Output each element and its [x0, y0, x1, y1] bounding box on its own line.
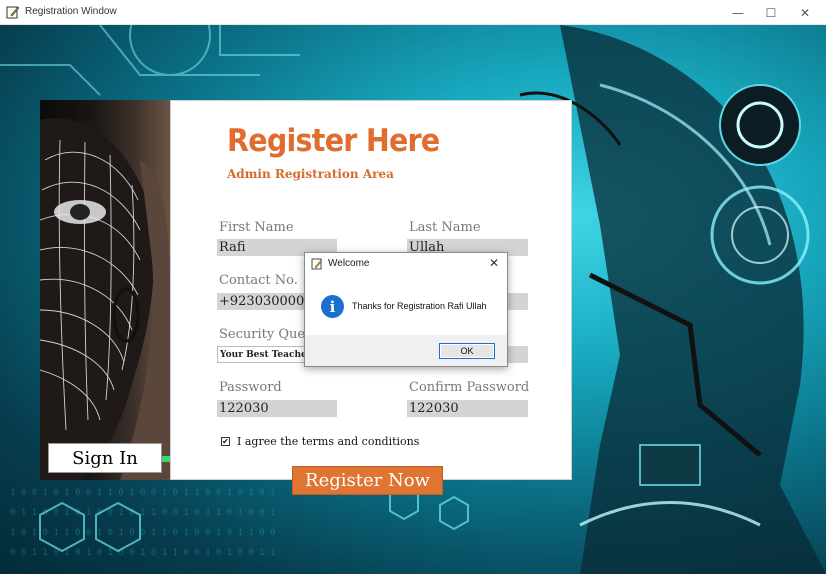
- contact-label: Contact No.: [219, 273, 298, 288]
- maximize-button[interactable]: ☐: [754, 0, 788, 25]
- dialog-footer: OK: [305, 335, 507, 366]
- close-window-button[interactable]: ✕: [788, 0, 822, 25]
- confirm-password-label: Confirm Password: [409, 380, 530, 395]
- terms-agreement: ✔ I agree the terms and conditions: [221, 435, 419, 448]
- terms-label: I agree the terms and conditions: [237, 435, 420, 448]
- welcome-dialog: Welcome ✕ i Thanks for Registration Rafi…: [304, 252, 508, 367]
- security-question-label: Security Ques: [219, 327, 312, 342]
- ok-button[interactable]: OK: [439, 343, 495, 359]
- confirm-password-field[interactable]: 122030: [407, 400, 528, 417]
- password-field[interactable]: 122030: [217, 400, 337, 417]
- form-subheading: Admin Registration Area: [227, 167, 394, 181]
- last-name-label: Last Name: [409, 220, 481, 235]
- form-heading: Register Here: [227, 123, 440, 159]
- minimize-button[interactable]: —: [721, 0, 755, 25]
- dialog-close-icon[interactable]: ✕: [487, 256, 501, 270]
- svg-text:0 0 1 1 0 1 0 1 0 1 0 0 1 0 1: 0 0 1 1 0 1 0 1 0 1 0 0 1 0 1 1 0 0 1 0 …: [10, 548, 276, 558]
- app-icon: [6, 6, 20, 19]
- first-name-label: First Name: [219, 220, 294, 235]
- face-scan-image: [40, 100, 170, 480]
- terms-checkbox[interactable]: ✔: [221, 437, 230, 446]
- dialog-body: i Thanks for Registration Rafi Ullah: [305, 275, 507, 335]
- accent-divider: [162, 456, 170, 462]
- dialog-title: Welcome: [328, 258, 370, 269]
- window-titlebar: Registration Window — ☐ ✕: [0, 0, 826, 25]
- window-title: Registration Window: [25, 6, 117, 17]
- dialog-message: Thanks for Registration Rafi Ullah: [352, 301, 487, 311]
- face-wireframe-illustration: [40, 118, 170, 480]
- info-icon: i: [321, 295, 344, 318]
- register-now-button[interactable]: Register Now: [292, 466, 443, 495]
- dialog-app-icon: [311, 258, 323, 270]
- sign-in-button[interactable]: Sign In: [48, 443, 162, 473]
- svg-text:1 0 0 1 0 1 0 0 1 1 0 1 0 0 1: 1 0 0 1 0 1 0 0 1 1 0 1 0 0 1 0 1 1 0 0 …: [10, 488, 276, 498]
- svg-text:1 0 1 0 1 1 0 0 1 0 1 0 0 1 1: 1 0 1 0 1 1 0 0 1 0 1 0 0 1 1 0 1 0 0 1 …: [10, 528, 276, 538]
- password-label: Password: [219, 380, 282, 395]
- dialog-titlebar: Welcome ✕: [305, 253, 507, 275]
